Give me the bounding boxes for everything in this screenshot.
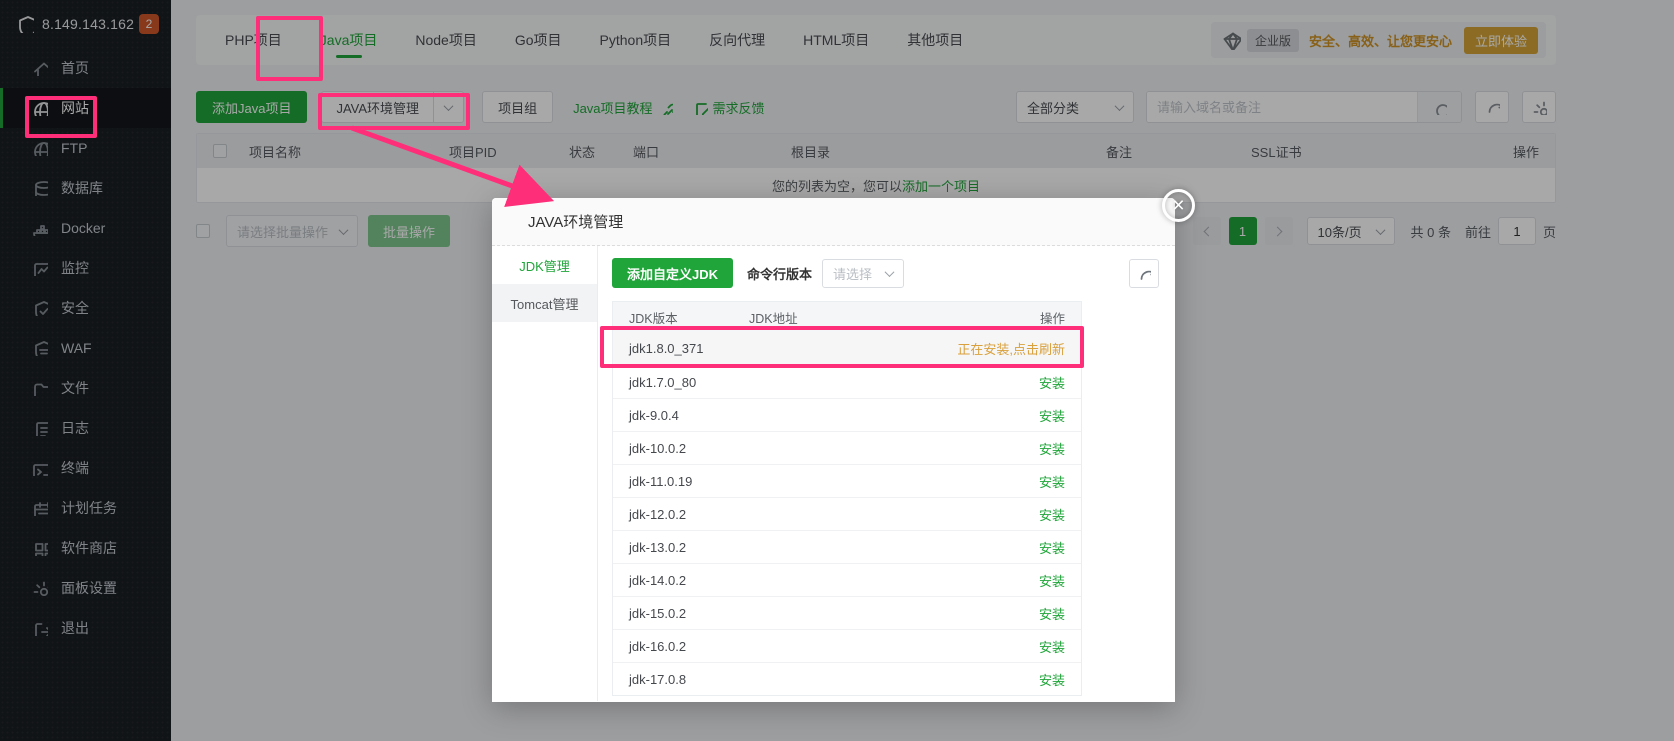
tab-jdk-manage[interactable]: JDK管理 xyxy=(492,246,597,284)
jdk-row: jdk-14.0.2安装 xyxy=(613,563,1081,596)
installing-status-link[interactable]: 正在安装,点击刷新 xyxy=(957,339,1065,358)
install-link[interactable]: 安装 xyxy=(1039,406,1065,425)
jdk-table-header: JDK版本 JDK地址 操作 xyxy=(613,302,1081,332)
install-link[interactable]: 安装 xyxy=(1039,571,1065,590)
install-link[interactable]: 安装 xyxy=(1039,670,1065,689)
modal-close-button[interactable]: × xyxy=(1162,189,1195,222)
jdk-row: jdk-9.0.4安装 xyxy=(613,398,1081,431)
jdk-table: JDK版本 JDK地址 操作 jdk1.8.0_371正在安装,点击刷新 jdk… xyxy=(612,301,1082,696)
header-jdk-address: JDK地址 xyxy=(749,308,1040,327)
jdk-manage-panel: 添加自定义JDK 命令行版本 请选择 JDK版本 JDK地址 操作 xyxy=(598,246,1175,701)
modal-body: JDK管理 Tomcat管理 添加自定义JDK 命令行版本 请选择 J xyxy=(492,246,1175,701)
cli-version-label: 命令行版本 xyxy=(747,264,812,283)
jdk-row: jdk-13.0.2安装 xyxy=(613,530,1081,563)
add-custom-jdk-button[interactable]: 添加自定义JDK xyxy=(612,258,733,288)
app-screen: 8.149.143.162 2 首页 网站 FTP 数据库 Docker 监控 … xyxy=(0,0,1674,741)
install-link[interactable]: 安装 xyxy=(1039,637,1065,656)
jdk-list-refresh-button[interactable] xyxy=(1129,259,1159,288)
install-link[interactable]: 安装 xyxy=(1039,538,1065,557)
modal-title: JAVA环境管理 xyxy=(528,211,623,232)
header-jdk-version: JDK版本 xyxy=(629,308,749,327)
modal-side-tabs: JDK管理 Tomcat管理 xyxy=(492,246,598,701)
tab-tomcat-manage[interactable]: Tomcat管理 xyxy=(492,284,597,322)
install-link[interactable]: 安装 xyxy=(1039,505,1065,524)
jdk-row: jdk-17.0.8安装 xyxy=(613,662,1081,695)
chevron-down-icon xyxy=(885,267,895,277)
jdk-row: jdk-15.0.2安装 xyxy=(613,596,1081,629)
jdk-row: jdk-11.0.19安装 xyxy=(613,464,1081,497)
install-link[interactable]: 安装 xyxy=(1039,373,1065,392)
install-link[interactable]: 安装 xyxy=(1039,439,1065,458)
cli-version-select[interactable]: 请选择 xyxy=(822,259,904,288)
jdk-row: jdk-16.0.2安装 xyxy=(613,629,1081,662)
java-env-modal: JAVA环境管理 JDK管理 Tomcat管理 添加自定义JDK 命令行版本 请… xyxy=(492,198,1175,702)
install-link[interactable]: 安装 xyxy=(1039,604,1065,623)
header-jdk-actions: 操作 xyxy=(1040,308,1065,327)
refresh-icon xyxy=(1137,267,1151,281)
jdk-row: jdk1.7.0_80安装 xyxy=(613,365,1081,398)
jdk-row: jdk1.8.0_371正在安装,点击刷新 xyxy=(613,332,1081,365)
jdk-row: jdk-10.0.2安装 xyxy=(613,431,1081,464)
install-link[interactable]: 安装 xyxy=(1039,472,1065,491)
modal-header: JAVA环境管理 xyxy=(492,198,1175,246)
jdk-row: jdk-12.0.2安装 xyxy=(613,497,1081,530)
